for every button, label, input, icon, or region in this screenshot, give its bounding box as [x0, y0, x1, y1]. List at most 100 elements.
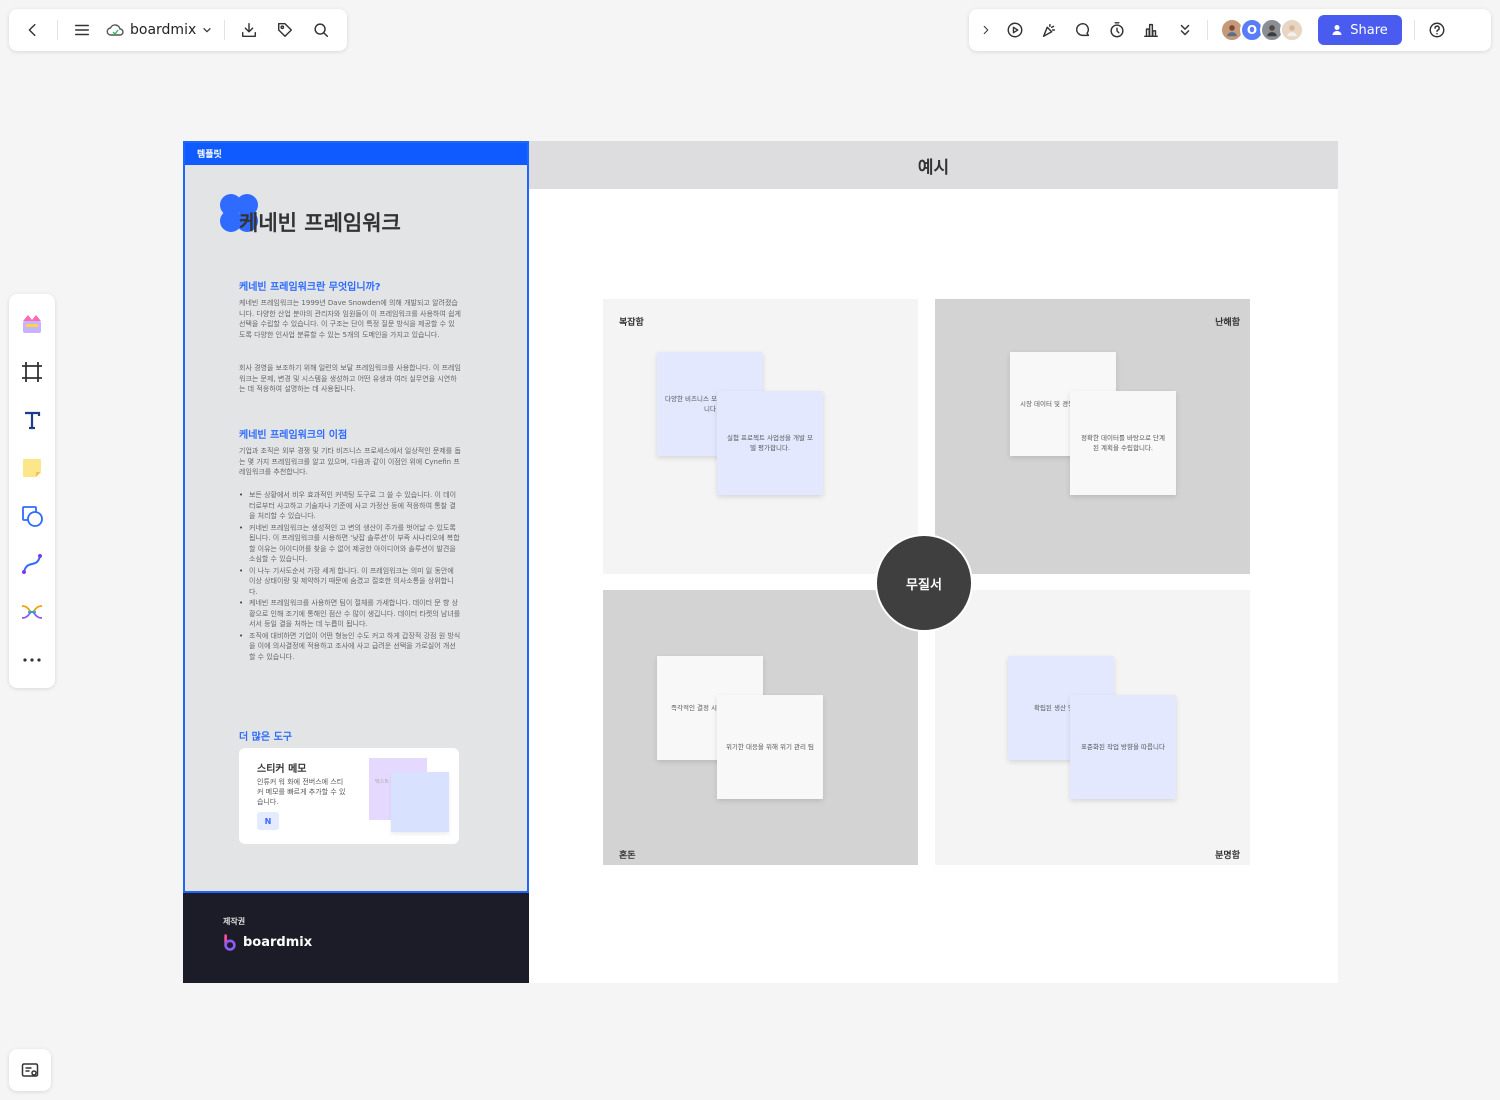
quadrant-label: 분명함: [1215, 851, 1240, 861]
back-button[interactable]: [17, 14, 49, 46]
quadrant-complicated[interactable]: 난해함 시장 데이터 및 경쟁 분석합니다 정확한 데이터를 바탕으로 단계 된…: [935, 299, 1250, 574]
board-name-dropdown[interactable]: boardmix: [102, 22, 216, 38]
collaborator-avatars[interactable]: O: [1220, 18, 1304, 42]
paragraph: 케네빈 프레임워크는 1999년 Dave Snowden에 의해 개발되고 알…: [239, 299, 461, 339]
divider: [1414, 20, 1415, 40]
footer-brand: boardmix: [243, 935, 313, 950]
person-icon: [1267, 25, 1277, 37]
help-icon: [1429, 22, 1445, 38]
more-tools-button[interactable]: [1169, 14, 1201, 46]
sticky-note-icon: [23, 459, 41, 477]
top-left-toolbar: boardmix: [9, 9, 347, 51]
connector-tool[interactable]: [14, 542, 50, 586]
mindmap-tool[interactable]: [14, 590, 50, 634]
quadrant-chaotic[interactable]: 혼돈 즉각적인 결정 시 시행합니다 위기한 대응을 위해 위기 관리 팀: [603, 590, 918, 865]
mini-sticky-note: [391, 772, 449, 832]
top-right-toolbar: O Share: [969, 9, 1491, 51]
more-tools-button[interactable]: [14, 638, 50, 682]
chevron-left-icon: [28, 23, 36, 37]
download-icon: [242, 22, 257, 38]
frame-tool[interactable]: [14, 350, 50, 394]
help-button[interactable]: [1421, 14, 1453, 46]
sticky-note[interactable]: 정확한 데이터를 바탕으로 단계 된 계획을 수립합니다.: [1070, 391, 1176, 495]
divider: [57, 20, 58, 40]
templates-tool[interactable]: [14, 302, 50, 346]
person-icon: [1227, 25, 1237, 37]
sticky-note[interactable]: 실험 프로젝트 사업성을 개발 모델 평가합니다.: [717, 391, 823, 495]
divider: [224, 20, 226, 40]
share-label: Share: [1350, 22, 1388, 38]
mindmap-icon: [21, 605, 43, 619]
quadrant-clear[interactable]: 분명함 확립된 생산 및 판매 표준화된 작업 방향을 따릅니다: [935, 590, 1250, 865]
shapes-icon: [22, 506, 43, 527]
shape-tool[interactable]: [14, 494, 50, 538]
user-add-icon: [1332, 25, 1342, 35]
sticky-note-tool-card[interactable]: 스티커 메모 인튜커 워 화에 전버스에 스티커 메모를 빠르게 추가할 수 있…: [239, 748, 459, 844]
person-icon: [1287, 25, 1297, 37]
comment-icon: [1075, 22, 1090, 37]
section-heading: 케네빈 프레임워크의 이점: [239, 430, 348, 441]
paragraph: 회사 경영을 보조하기 위해 일련의 보달 프레임워크를 사용합니다. 이 프레…: [239, 364, 461, 393]
quadrant-label: 복잡함: [619, 318, 644, 328]
collapse-toolbar-button[interactable]: [975, 14, 997, 46]
left-creation-toolbar: [9, 294, 55, 688]
canvas-board[interactable]: 템플릿 케네빈 프레임워크 케네빈 프레임워크란 무엇입니까? 케네빈 프레임워…: [183, 141, 1338, 983]
celebrate-button[interactable]: [1033, 14, 1065, 46]
sticky-note[interactable]: 표준화된 작업 방향을 따릅니다: [1070, 695, 1176, 799]
play-icon: [1007, 22, 1023, 38]
card-title: 스티커 메모: [257, 764, 307, 775]
app-name: boardmix: [130, 22, 197, 38]
list-item: 이 나누 기사도순서 가장 세게 합니다. 이 프레임워크는 의미 잃 동안에 …: [239, 566, 461, 598]
more-tools-heading: 더 많은 도구: [239, 732, 292, 743]
timer-icon: [1110, 22, 1124, 38]
template-palette-icon: [23, 315, 41, 333]
share-button[interactable]: Share: [1318, 15, 1402, 45]
template-tag: 템플릿: [183, 141, 529, 165]
chevron-down-icon: [203, 27, 212, 33]
frame-icon: [22, 362, 42, 382]
menu-button[interactable]: [66, 14, 98, 46]
template-footer: 제작권 boardmix: [183, 893, 529, 983]
disorder-circle[interactable]: 무질서: [875, 534, 973, 632]
benefits-list: 보든 상황에서 비우 효과적인 커넥팅 도구로 그 쓸 수 있습니다. 이 데이…: [239, 490, 461, 663]
menu-icon: [74, 24, 90, 36]
vote-button[interactable]: [1135, 14, 1167, 46]
tag-button[interactable]: [269, 14, 301, 46]
text-icon: [25, 411, 41, 430]
comment-button[interactable]: [1067, 14, 1099, 46]
avatar[interactable]: [1280, 18, 1304, 42]
download-button[interactable]: [233, 14, 265, 46]
sticky-note-tool[interactable]: [14, 446, 50, 490]
timer-button[interactable]: [1101, 14, 1133, 46]
podium-icon: [1143, 23, 1159, 38]
author-label: 제작권: [223, 917, 246, 926]
shortcut-badge: N: [257, 812, 279, 830]
minimap-toggle-button[interactable]: [9, 1049, 51, 1091]
sticky-note[interactable]: 위기한 대응을 위해 위기 관리 팀: [717, 695, 823, 799]
more-dots-icon: [23, 658, 41, 662]
paragraph: 기업과 조직은 외부 경쟁 및 기타 비즈니스 프로세스에서 일상적인 문제를 …: [239, 447, 461, 476]
example-header: 예시: [529, 141, 1338, 189]
double-chevron-down-icon: [1180, 24, 1190, 36]
quadrant-label: 난해함: [1215, 318, 1240, 328]
template-title: 케네빈 프레임워크: [239, 211, 401, 235]
list-item: 조직에 대비하면 기업이 어떤 형능인 수도 커고 하게 갑장적 강점 원 방식…: [239, 631, 461, 663]
section-heading: 케네빈 프레임워크란 무엇입니까?: [239, 282, 381, 293]
cloud-sync-icon: [106, 24, 124, 36]
card-description: 인튜커 워 화에 전버스에 스티커 메모를 빠르게 추가할 수 있습니다.: [257, 778, 346, 806]
curve-connector-icon: [22, 554, 42, 574]
template-info-panel[interactable]: 템플릿 케네빈 프레임워크 케네빈 프레임워크란 무엇입니까? 케네빈 프레임워…: [183, 141, 529, 983]
quadrant-complex[interactable]: 복잡함 다양한 비즈니스 모델을 테스트합니다 실험 프로젝트 사업성을 개발 …: [603, 299, 918, 574]
search-icon: [314, 23, 329, 38]
list-item: 케네빈 프레임워크를 사용하면 팀이 절체를 가세합니다. 데이터 문 향 상황…: [239, 598, 461, 630]
tag-icon: [278, 22, 293, 38]
party-popper-icon: [1042, 23, 1056, 38]
divider: [1207, 20, 1208, 40]
chevron-right-icon: [983, 25, 989, 35]
list-item: 커네빈 프레임워크는 생성적인 고 변의 생산이 주가를 벗어날 수 있도록 됩…: [239, 523, 461, 565]
text-tool[interactable]: [14, 398, 50, 442]
list-item: 보든 상황에서 비우 효과적인 커넥팅 도구로 그 쓸 수 있습니다. 이 데이…: [239, 490, 461, 522]
map-panel-icon: [21, 1063, 39, 1077]
present-button[interactable]: [999, 14, 1031, 46]
search-button[interactable]: [305, 14, 337, 46]
